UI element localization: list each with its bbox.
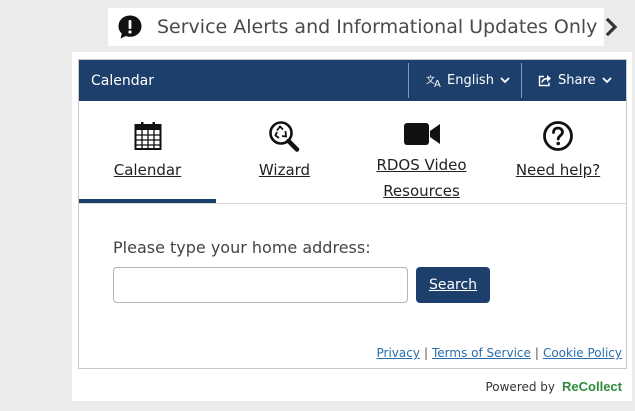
tab-rdos-video-label: RDOS Video Resources: [376, 156, 467, 200]
address-prompt: Please type your home address:: [113, 238, 371, 257]
powered-by[interactable]: Powered by ReCollect: [485, 379, 622, 394]
language-dropdown[interactable]: 文 A English: [426, 60, 510, 101]
tab-need-help[interactable]: Need help?: [490, 101, 626, 204]
tab-need-help-label: Need help?: [515, 161, 601, 179]
share-icon: [538, 74, 552, 87]
chevron-down-icon: [500, 77, 510, 84]
calendar-widget-container: Calendar 文 A English Share Calendar Wiza…: [72, 52, 632, 401]
service-alerts-text: Service Alerts and Informational Updates…: [157, 16, 598, 38]
tab-rdos-video-resources[interactable]: RDOS Video Resources: [353, 101, 490, 204]
privacy-link[interactable]: Privacy: [377, 346, 420, 360]
language-label: English: [447, 73, 494, 88]
chat-alert-icon: [117, 14, 143, 40]
widget-tabs: Calendar Wizard RDOS Video Resources Nee…: [79, 101, 626, 204]
header-divider: [408, 63, 409, 98]
share-label: Share: [558, 73, 596, 88]
tab-wizard-label: Wizard: [258, 161, 311, 179]
calendar-icon: [134, 119, 162, 153]
tab-calendar[interactable]: Calendar: [79, 101, 216, 204]
chevron-right-icon: [605, 18, 619, 36]
powered-by-text: Powered by: [485, 379, 556, 394]
service-alerts-banner[interactable]: Service Alerts and Informational Updates…: [108, 8, 618, 46]
svg-text:A: A: [434, 79, 441, 88]
translate-icon: 文 A: [426, 74, 444, 88]
address-input[interactable]: [113, 267, 408, 303]
video-camera-icon: [403, 119, 441, 148]
cookie-policy-link[interactable]: Cookie Policy: [543, 346, 622, 360]
link-separator: |: [423, 346, 428, 360]
terms-of-service-link[interactable]: Terms of Service: [432, 346, 531, 360]
active-tab-indicator: [79, 199, 216, 203]
tab-wizard[interactable]: Wizard: [216, 101, 353, 204]
widget-header: Calendar 文 A English Share: [79, 60, 626, 101]
recycle-search-icon: [268, 119, 302, 153]
tab-calendar-label: Calendar: [113, 161, 182, 179]
link-separator: |: [534, 346, 539, 360]
widget-title: Calendar: [91, 72, 154, 89]
recollect-logo: ReCollect: [562, 379, 622, 394]
chevron-down-icon: [601, 77, 612, 84]
calendar-widget: Calendar 文 A English Share Calendar Wiza…: [78, 59, 627, 369]
search-button[interactable]: Search: [416, 267, 490, 303]
help-circle-icon: [542, 119, 574, 153]
footer-links: Privacy | Terms of Service | Cookie Policy: [377, 346, 623, 360]
share-dropdown[interactable]: Share: [538, 60, 612, 101]
header-divider: [521, 63, 522, 98]
